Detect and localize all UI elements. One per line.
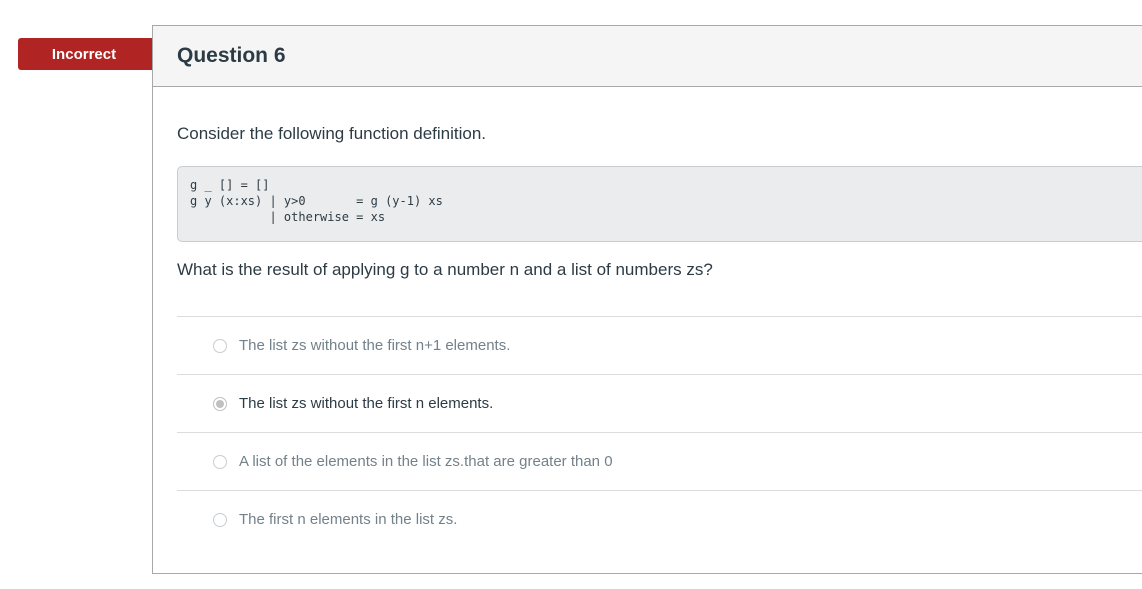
- question-panel: Question 6 Consider the following functi…: [152, 25, 1142, 574]
- answer-label: The list zs without the first n elements…: [239, 395, 494, 412]
- question-prompt: What is the result of applying g to a nu…: [177, 260, 713, 279]
- answer-option[interactable]: The first n elements in the list zs.: [177, 490, 1142, 548]
- answer-option[interactable]: A list of the elements in the list zs.th…: [177, 432, 1142, 490]
- radio-button[interactable]: [213, 454, 227, 469]
- answer-option[interactable]: The list zs without the first n+1 elemen…: [177, 316, 1142, 374]
- question-title: Question 6: [177, 44, 286, 67]
- radio-button[interactable]: [213, 338, 227, 353]
- incorrect-badge: Incorrect: [18, 38, 170, 70]
- answer-label: A list of the elements in the list zs.th…: [239, 453, 613, 470]
- radio-button[interactable]: [213, 512, 227, 527]
- answer-label: The list zs without the first n+1 elemen…: [239, 337, 511, 354]
- badge-label: Incorrect: [51, 45, 117, 63]
- radio-button-selected[interactable]: [213, 396, 227, 411]
- question-intro: Consider the following function definiti…: [177, 124, 487, 143]
- answer-list: The list zs without the first n+1 elemen…: [177, 316, 1142, 548]
- question-header: Question 6: [153, 26, 1142, 87]
- code-block: g _ [] = [] g y (x:xs) | y>0 = g (y-1) x…: [177, 166, 1142, 242]
- answer-option[interactable]: The list zs without the first n elements…: [177, 374, 1142, 432]
- answer-label: The first n elements in the list zs.: [239, 511, 458, 528]
